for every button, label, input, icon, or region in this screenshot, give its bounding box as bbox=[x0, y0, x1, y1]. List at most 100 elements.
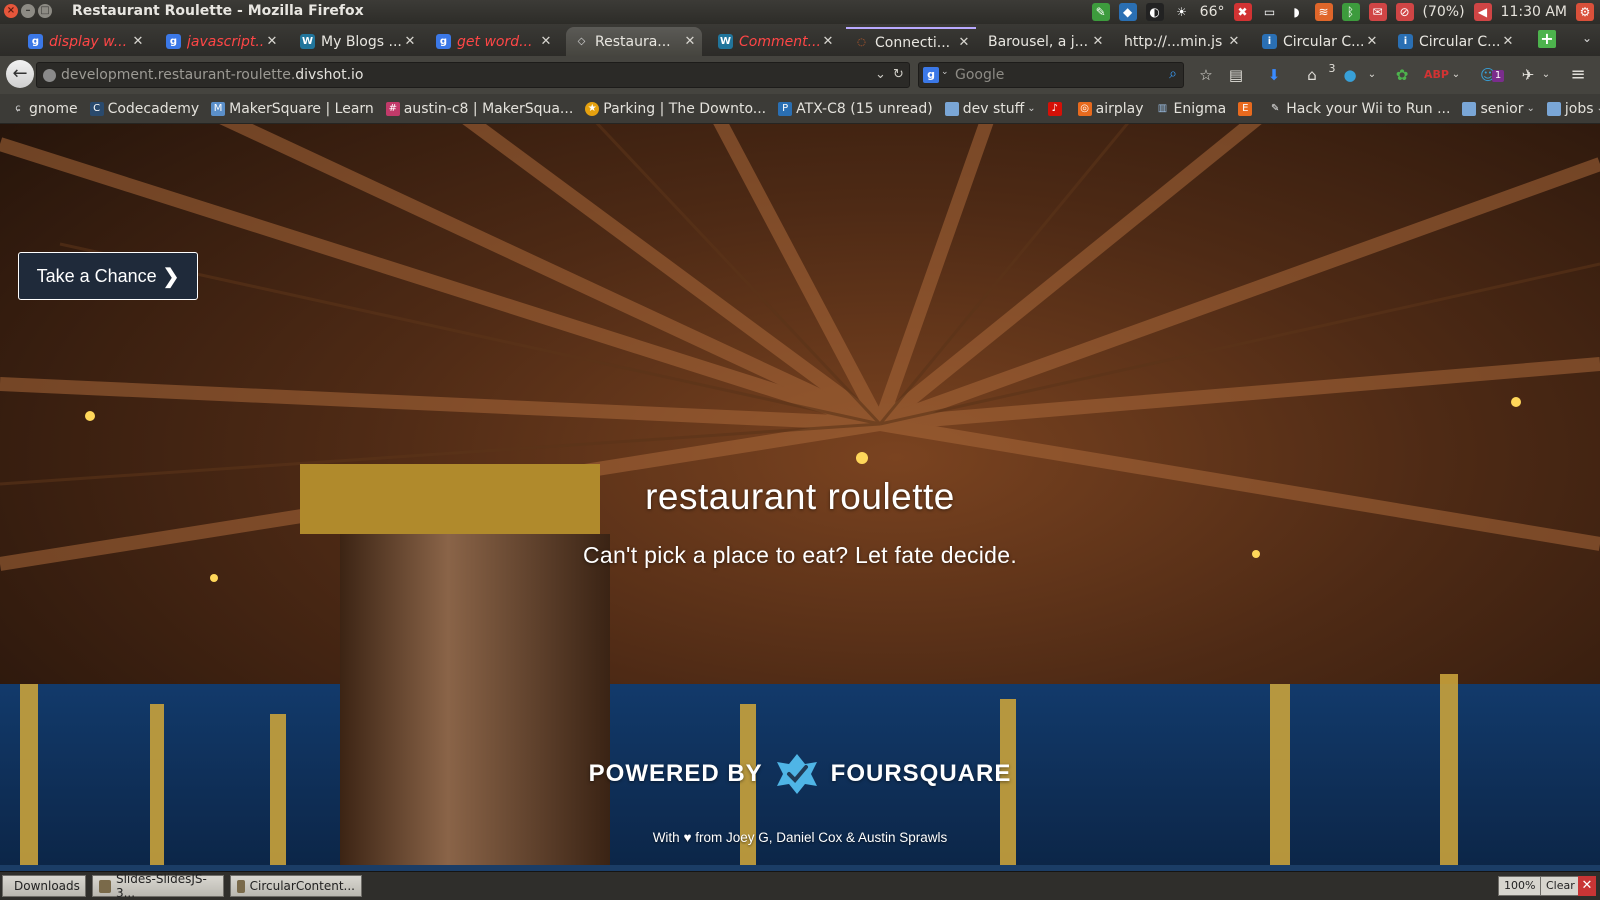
tab-close-icon[interactable]: ✕ bbox=[956, 35, 972, 50]
bookmark-makersquare[interactable]: M MakerSquare | Learn bbox=[206, 101, 379, 117]
bookmark-label: Enigma bbox=[1173, 100, 1227, 117]
bookmark-lastfm[interactable]: ♪ bbox=[1043, 101, 1071, 116]
bookmark-label: ATX-C8 (15 unread) bbox=[796, 100, 933, 117]
bookmark-gnome[interactable]: ɕ gnome bbox=[6, 101, 83, 117]
tab-circular-1[interactable]: i Circular C... ✕ bbox=[1254, 27, 1384, 56]
mail-icon[interactable]: ✉ bbox=[1368, 3, 1387, 21]
reading-list-icon[interactable]: ▤ bbox=[1226, 66, 1246, 84]
weather-icon[interactable]: ☀ bbox=[1173, 3, 1191, 21]
window-close-button[interactable]: × bbox=[4, 4, 18, 18]
tab-javascript[interactable]: g javascript... ✕ bbox=[158, 27, 284, 56]
bookmarks-toolbar: ɕ gnome C Codecademy M MakerSquare | Learn … bbox=[0, 94, 1600, 124]
tab-close-icon[interactable]: ✕ bbox=[538, 34, 554, 49]
evernote-icon[interactable]: ✎ bbox=[1091, 3, 1110, 21]
reload-icon[interactable]: ↻ bbox=[893, 67, 904, 82]
bookmark-atx-c8[interactable]: P ATX-C8 (15 unread) bbox=[773, 101, 938, 117]
tab-get-word[interactable]: g get word... ✕ bbox=[428, 27, 558, 56]
tab-circular-2[interactable]: i Circular C... ✕ bbox=[1390, 27, 1520, 56]
sync-chevron-icon[interactable]: ⌄ bbox=[1536, 66, 1556, 84]
clipboard-icon[interactable]: ▭ bbox=[1261, 3, 1279, 21]
tab-min-js[interactable]: http://...min.js ✕ bbox=[1116, 27, 1246, 56]
bookmark-austin-c8[interactable]: # austin-c8 | MakerSqua... bbox=[381, 101, 578, 117]
adblock-icon[interactable]: ABP bbox=[1424, 66, 1449, 84]
tab-label: Connecti... bbox=[875, 34, 951, 51]
window-maximize-button[interactable]: □ bbox=[38, 4, 52, 18]
bookmark-enigma[interactable]: ▥ Enigma bbox=[1151, 101, 1232, 117]
p-icon: P bbox=[778, 101, 793, 116]
bookmark-codecademy[interactable]: C Codecademy bbox=[85, 101, 205, 117]
enigma-icon: ▥ bbox=[1157, 102, 1168, 114]
bookmark-label: jobs bbox=[1564, 100, 1594, 117]
power-gear-icon[interactable]: ⚙ bbox=[1576, 3, 1594, 21]
tab-close-icon[interactable]: ✕ bbox=[682, 34, 698, 49]
extension-icon[interactable]: ✿ bbox=[1392, 66, 1412, 84]
dropbox-icon[interactable]: ◆ bbox=[1118, 3, 1137, 21]
tab-list-chevron-icon[interactable]: ⌄ bbox=[1582, 31, 1592, 45]
foursquare-logo-icon bbox=[776, 754, 817, 794]
volume-icon[interactable]: ◀ bbox=[1473, 3, 1492, 21]
powered-by-foursquare[interactable]: POWERED BY FOURSQUARE bbox=[0, 752, 1600, 796]
window-minimize-button[interactable]: – bbox=[21, 4, 35, 18]
tab-barousel[interactable]: Barousel, a j... ✕ bbox=[980, 27, 1110, 56]
system-panel: × – □ Restaurant Roulette - Mozilla Fire… bbox=[0, 0, 1600, 24]
bookmark-airplay[interactable]: ◎ airplay bbox=[1073, 101, 1149, 117]
tab-comment[interactable]: W Comment... ✕ bbox=[710, 27, 840, 56]
home-icon[interactable]: ⌂ bbox=[1302, 66, 1322, 84]
addon-dot-icon[interactable]: ● bbox=[1340, 66, 1360, 84]
url-bar[interactable]: development.restaurant-roulette.divshot.… bbox=[36, 62, 910, 88]
bookmark-folder-senior[interactable]: senior ⌄ bbox=[1457, 101, 1539, 117]
search-icon[interactable]: ⌕ bbox=[1169, 66, 1177, 82]
lastfm-icon: ♪ bbox=[1047, 101, 1062, 116]
taskbar-item-circular[interactable]: CircularContent... bbox=[230, 875, 362, 897]
bookmark-folder-jobs[interactable]: jobs⌄ bbox=[1542, 101, 1600, 117]
bookmark-hack-wii[interactable]: ✎ Hack your Wii to Run ... bbox=[1263, 101, 1455, 117]
sync-icon[interactable]: ✈ bbox=[1518, 66, 1538, 84]
bookmark-label: Hack your Wii to Run ... bbox=[1286, 100, 1451, 117]
new-tab-button[interactable]: + bbox=[1538, 30, 1556, 48]
engine-chevron-icon[interactable]: ⌄ bbox=[941, 67, 949, 77]
tab-close-icon[interactable]: ✕ bbox=[1090, 34, 1106, 49]
indicator-icon[interactable]: ◗ bbox=[1288, 3, 1306, 21]
take-a-chance-label: Take a Chance bbox=[36, 265, 157, 286]
bookmark-parking[interactable]: ★ Parking | The Downto... bbox=[580, 101, 771, 117]
tab-close-icon[interactable]: ✕ bbox=[1226, 34, 1242, 49]
e-icon: E bbox=[1238, 101, 1253, 116]
taskbar-item-downloads[interactable]: Downloads bbox=[2, 875, 86, 897]
bookmark-folder-dev-stuff[interactable]: dev stuff ⌄ bbox=[940, 101, 1041, 117]
tab-restaurant[interactable]: ◇ Restaura... ✕ bbox=[566, 27, 702, 56]
tab-close-icon[interactable]: ✕ bbox=[402, 34, 418, 49]
taskbar-item-slides[interactable]: Slides-SlidesJS-3... bbox=[92, 872, 224, 900]
adblock-chevron-icon[interactable]: ⌄ bbox=[1446, 66, 1466, 84]
back-button[interactable]: ← bbox=[6, 60, 34, 88]
tab-my-blogs[interactable]: W My Blogs ... ✕ bbox=[292, 27, 422, 56]
tab-display[interactable]: g display w... ✕ bbox=[20, 27, 150, 56]
bookmark-star-icon[interactable]: ☆ bbox=[1196, 66, 1216, 84]
close-icon[interactable]: ✕ bbox=[1578, 876, 1596, 896]
take-a-chance-button[interactable]: Take a Chance ❯ bbox=[18, 252, 198, 300]
wifi-icon[interactable]: ≋ bbox=[1314, 3, 1333, 21]
menu-hamburger-icon[interactable]: ≡ bbox=[1568, 66, 1588, 84]
download-icon[interactable]: ⬇ bbox=[1264, 66, 1284, 84]
clear-button[interactable]: Clear bbox=[1540, 876, 1581, 896]
bluetooth-icon[interactable]: ᛒ bbox=[1341, 3, 1360, 21]
url-dropdown-icon[interactable]: ⌄ bbox=[875, 67, 886, 82]
tab-close-icon[interactable]: ✕ bbox=[264, 34, 280, 49]
google-engine-icon[interactable]: g bbox=[923, 67, 939, 83]
clock-text[interactable]: 11:30 AM bbox=[1501, 4, 1567, 20]
tab-connecting[interactable]: ◌ Connecti... ✕ bbox=[846, 27, 976, 56]
moon-icon[interactable]: ◐ bbox=[1145, 3, 1164, 21]
tab-close-icon[interactable]: ✕ bbox=[1364, 34, 1380, 49]
url-text[interactable]: development.restaurant-roulette.divshot.… bbox=[61, 67, 363, 83]
search-bar[interactable]: g ⌄ ⌕ bbox=[918, 62, 1184, 88]
tab-close-icon[interactable]: ✕ bbox=[130, 34, 146, 49]
site-icon: i bbox=[1262, 34, 1277, 49]
zoom-level[interactable]: 100% bbox=[1498, 876, 1542, 896]
bookmark-e[interactable]: E bbox=[1233, 101, 1261, 116]
search-input[interactable] bbox=[955, 66, 1145, 84]
tab-close-icon[interactable]: ✕ bbox=[820, 34, 836, 49]
error-icon[interactable]: ✖ bbox=[1233, 3, 1252, 21]
bookmark-label: gnome bbox=[29, 100, 78, 117]
battery-icon[interactable]: ⊘ bbox=[1395, 3, 1414, 21]
addon-chevron-icon[interactable]: ⌄ bbox=[1362, 66, 1382, 84]
tab-close-icon[interactable]: ✕ bbox=[1500, 34, 1516, 49]
